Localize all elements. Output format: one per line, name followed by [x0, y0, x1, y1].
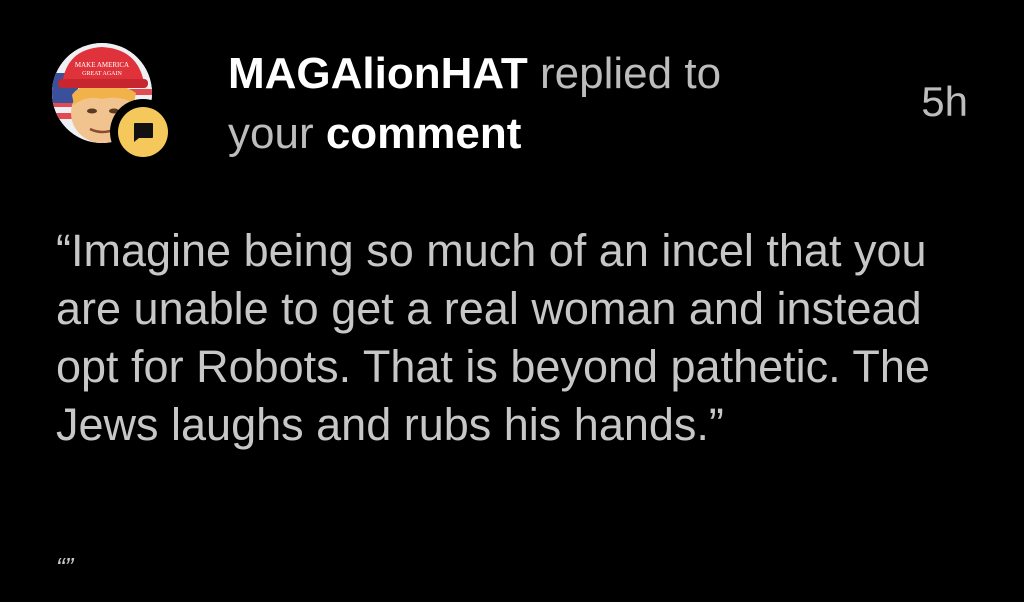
username[interactable]: MAGAlionHAT: [228, 49, 528, 98]
reply-notification[interactable]: MAKE AMERICA GREAT AGAIN MAGAlionHAT rep…: [0, 0, 1024, 602]
avatar-group[interactable]: MAKE AMERICA GREAT AGAIN: [52, 43, 178, 165]
reply-bubble-icon: [134, 123, 153, 142]
action-text: replied to: [540, 49, 722, 98]
reply-badge: [110, 99, 176, 165]
quoted-reference: “”: [56, 552, 74, 582]
timestamp: 5h: [921, 78, 968, 125]
reply-text[interactable]: “Imagine being so much of an incel that …: [56, 222, 986, 454]
comment-link[interactable]: comment: [326, 109, 522, 158]
notification-header[interactable]: MAGAlionHAT replied to your comment: [228, 44, 868, 164]
your-text: your: [228, 109, 314, 158]
reply-badge-circle: [118, 107, 168, 157]
hat-text-line1: MAKE AMERICA: [75, 61, 129, 69]
hat-text-line2: GREAT AGAIN: [82, 71, 122, 77]
